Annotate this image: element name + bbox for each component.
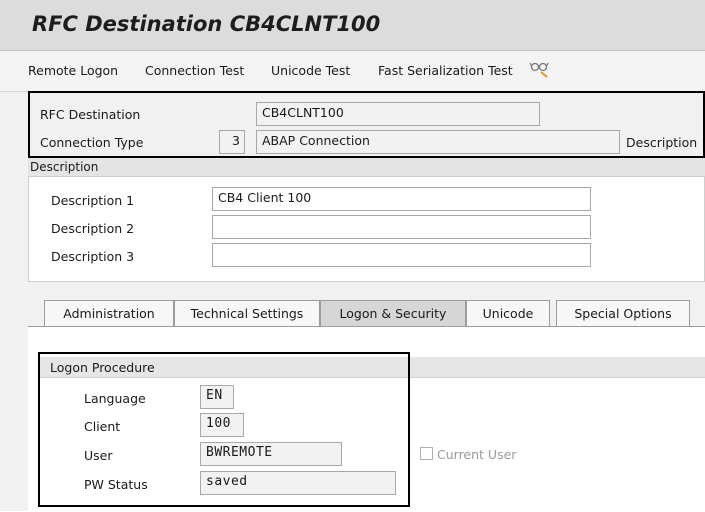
page-title: RFC Destination CB4CLNT100 [32,12,381,36]
fast-serialization-test-button[interactable]: Fast Serialization Test [378,63,513,78]
description-group-header [28,158,705,177]
unicode-test-button[interactable]: Unicode Test [271,63,350,78]
tab-unicode[interactable]: Unicode [466,300,550,326]
description-group-title: Description [30,160,99,174]
tab-logon-security[interactable]: Logon & Security [320,300,466,326]
remote-logon-button[interactable]: Remote Logon [28,63,118,78]
tab-technical-settings[interactable]: Technical Settings [174,300,320,326]
connection-test-button[interactable]: Connection Test [145,63,244,78]
current-user-label: Current User [437,447,517,462]
destination-highlight-frame [28,91,705,158]
glasses-icon[interactable] [529,57,551,79]
description-1-label: Description 1 [51,193,135,208]
tab-administration[interactable]: Administration [44,300,174,326]
logon-procedure-highlight-frame [38,352,410,507]
description-2-label: Description 2 [51,221,135,236]
description-1-field[interactable]: CB4 Client 100 [212,187,591,211]
tab-special-options[interactable]: Special Options [556,300,690,326]
current-user-checkbox[interactable] [420,447,433,460]
description-3-label: Description 3 [51,249,135,264]
description-3-field[interactable] [212,243,591,267]
description-2-field[interactable] [212,215,591,239]
